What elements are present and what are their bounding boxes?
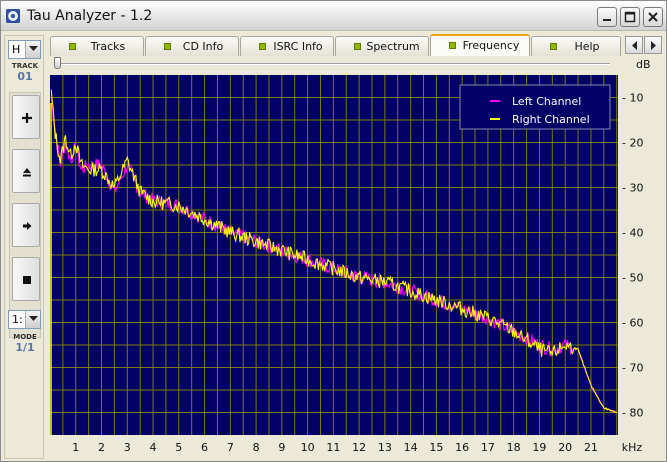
tab-label: Frequency (462, 39, 520, 52)
chevron-down-icon (29, 316, 38, 321)
minimize-icon (603, 19, 611, 21)
frequency-slider-thumb[interactable] (54, 57, 61, 69)
frequency-slider-row: dB (48, 56, 666, 72)
channel-select-dropdown[interactable] (25, 41, 40, 58)
x-tick-label: 19 (532, 441, 546, 454)
tab-scroll-left-button[interactable] (625, 36, 643, 54)
stop-square-icon (23, 276, 31, 284)
tab-label: Help (574, 40, 600, 53)
track-number: 01 (17, 70, 33, 83)
x-tick-label: 4 (150, 441, 157, 454)
y-tick-label: - 20 (622, 137, 643, 150)
mode-select-dropdown[interactable] (25, 311, 40, 328)
channel-select[interactable]: H (8, 40, 41, 59)
track-label: TRACK (11, 62, 39, 70)
next-button[interactable] (12, 203, 40, 247)
tab-tracks[interactable]: Tracks (50, 36, 144, 56)
tau-app-icon (6, 9, 20, 23)
x-tick-label: 1 (72, 441, 79, 454)
y-tick-label: - 80 (622, 407, 643, 420)
x-tick-label: 9 (278, 441, 285, 454)
frequency-slider-track[interactable] (56, 63, 610, 65)
stop-button[interactable] (12, 257, 40, 301)
chevron-down-icon (29, 46, 38, 51)
title-bar[interactable]: Tau Analyzer - 1.2 (1, 1, 666, 31)
minimize-button[interactable] (597, 7, 617, 27)
x-tick-label: 7 (227, 441, 234, 454)
x-tick-label: 8 (253, 441, 260, 454)
frequency-plot-area: 1 2 3 4 5 6 7 8 9 10 11 12 13 14 15 16 17 18 19 20 21 kHz - 10… (48, 73, 666, 459)
maximize-icon (624, 11, 636, 23)
app-window: Tau Analyzer - 1.2 H TRACK 01 1: MODE 1/… (0, 0, 667, 462)
y-tick-label: - 40 (622, 227, 643, 240)
legend-entry: Right Channel (512, 113, 590, 126)
y-tick-label: - 30 (622, 182, 643, 195)
y-tick-label: - 70 (622, 362, 643, 375)
x-tick-label: 18 (507, 441, 521, 454)
window-title: Tau Analyzer - 1.2 (27, 8, 153, 24)
x-tick-label: 13 (378, 441, 392, 454)
tab-isrc-info[interactable]: ISRC Info (240, 36, 334, 56)
x-tick-label: 11 (326, 441, 340, 454)
channel-select-value: H (12, 43, 21, 56)
mode-select[interactable]: 1: (8, 310, 41, 329)
tab-spectrum[interactable]: Spectrum (335, 36, 429, 56)
x-tick-label: 10 (301, 441, 315, 454)
y-tick-label: - 10 (622, 92, 643, 105)
add-button[interactable] (12, 95, 40, 139)
db-unit-label: dB (636, 58, 651, 71)
chevron-left-icon (632, 41, 637, 50)
frequency-chart: 1 2 3 4 5 6 7 8 9 10 11 12 13 14 15 16 17 18 19 20 21 kHz- 10… (50, 75, 643, 454)
arrow-right-icon (23, 222, 32, 230)
x-tick-label: 20 (558, 441, 572, 454)
close-icon (648, 12, 658, 22)
tab-help[interactable]: Help (531, 36, 621, 56)
y-tick-label: - 50 (622, 272, 643, 285)
tab-frequency[interactable]: Frequency (430, 34, 530, 56)
y-tick-label: - 60 (622, 317, 643, 330)
x-tick-label: 14 (404, 441, 418, 454)
x-tick-label: 15 (429, 441, 443, 454)
x-tick-label: 12 (352, 441, 366, 454)
eject-icon (23, 168, 31, 177)
x-axis-unit-label: kHz (622, 441, 643, 454)
mode-label: MODE (13, 333, 37, 341)
tab-label: ISRC Info (273, 40, 323, 53)
tab-scroll-right-button[interactable] (644, 36, 662, 54)
maximize-button[interactable] (620, 7, 640, 27)
tab-bar: Tracks CD Info ISRC Info Spectrum Freque… (48, 34, 666, 56)
x-tick-label: 16 (455, 441, 469, 454)
left-control-panel: H TRACK 01 1: MODE 1/1 (4, 35, 44, 459)
legend-entry: Left Channel (512, 95, 581, 108)
tab-label: CD Info (182, 40, 224, 53)
x-tick-label: 17 (481, 441, 495, 454)
mode-select-value: 1: (12, 313, 23, 326)
x-tick-label: 6 (201, 441, 208, 454)
plus-icon (22, 113, 32, 123)
x-tick-label: 21 (584, 441, 598, 454)
x-tick-label: 5 (175, 441, 182, 454)
x-tick-label: 2 (98, 441, 105, 454)
close-button[interactable] (643, 7, 663, 27)
x-tick-label: 3 (124, 441, 131, 454)
eject-button[interactable] (12, 149, 40, 193)
tab-label: Spectrum (366, 40, 420, 53)
tab-cd-info[interactable]: CD Info (145, 36, 239, 56)
transport-button-column (9, 92, 41, 338)
mode-value: 1/1 (15, 341, 35, 354)
chevron-right-icon (651, 41, 656, 50)
tab-label: Tracks (90, 40, 126, 53)
